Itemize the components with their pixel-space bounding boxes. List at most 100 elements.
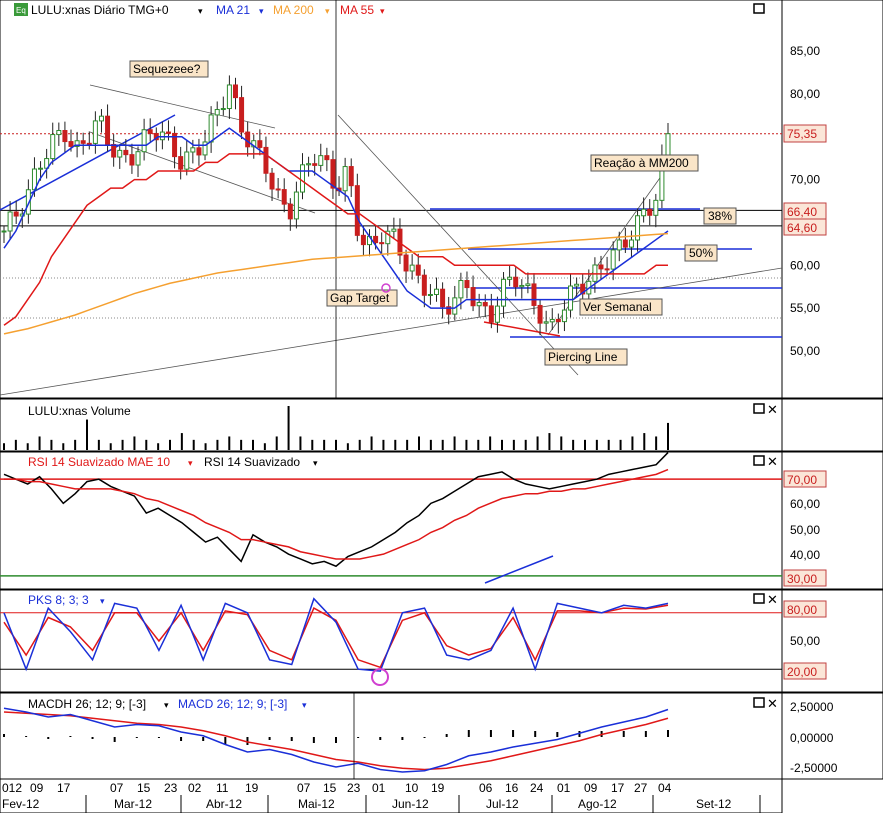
candle-body [7, 211, 13, 232]
candle-body [574, 283, 580, 287]
ma200-dropdown-icon[interactable]: ▾ [325, 6, 330, 16]
macd-title-b[interactable]: MACD 26; 12; 9; [-3] [178, 697, 287, 711]
candle-body [647, 208, 653, 216]
ma21-label[interactable]: MA 21 [216, 3, 250, 17]
candle-body [421, 274, 427, 296]
rsi-a-dropdown-icon[interactable]: ▾ [188, 458, 193, 468]
ma55-label[interactable]: MA 55 [340, 3, 374, 17]
candle-body [543, 321, 549, 324]
rsi-panel[interactable] [0, 451, 783, 590]
candle-body [549, 318, 555, 323]
time-day-label: 06 [479, 781, 493, 795]
last-price-label: 75,35 [787, 127, 817, 141]
ma200-label[interactable]: MA 200 [273, 3, 314, 17]
rsi-upper-label: 70,00 [787, 473, 817, 487]
candle-body [312, 163, 318, 166]
candle-body [123, 149, 129, 156]
pks-mid-label: 50,00 [790, 634, 820, 648]
candle-body [214, 109, 220, 116]
time-day-label: 07 [297, 781, 311, 795]
candle-body [318, 155, 324, 166]
candle-body [184, 151, 190, 170]
rsi-tick-40: 40,00 [790, 548, 820, 562]
time-day-label: 24 [530, 781, 544, 795]
pks-title[interactable]: PKS 8; 3; 3 [28, 593, 89, 607]
candle-body [220, 108, 226, 111]
time-day-label: 04 [658, 781, 672, 795]
ma55-dropdown-icon[interactable]: ▾ [380, 6, 385, 16]
candle-body [105, 115, 111, 145]
candle-body [306, 163, 312, 166]
pks-dropdown-icon[interactable]: ▾ [100, 596, 105, 606]
candle-body [80, 140, 86, 144]
instrument-icon-label: Eq [16, 6, 26, 15]
time-day-label: 07 [110, 781, 124, 795]
candle-body [117, 149, 123, 158]
time-day-label: 19 [431, 781, 445, 795]
volume-title[interactable]: LULU:xnas Volume [28, 404, 131, 418]
candle-body [628, 239, 634, 248]
time-month-label: Mai-12 [298, 797, 335, 811]
macd-tick-pos: 2,50000 [790, 700, 834, 714]
candle-body [68, 141, 74, 147]
time-day-label: 15 [323, 781, 337, 795]
candle-body [641, 208, 647, 217]
time-month-label: Jun-12 [392, 797, 429, 811]
reacao-annotation: Reação à MM200 [594, 156, 689, 170]
candle-body [470, 287, 476, 307]
price-tick-label: 50,00 [790, 344, 820, 358]
volume-close-icon[interactable]: ✕ [767, 402, 778, 417]
chart-canvas[interactable]: 012 09 17 07 15 23 02 11 19 07 15 23 01 10 19 06 16 24 01 0… [0, 0, 883, 813]
candle-body [525, 283, 531, 286]
candle-body [354, 185, 360, 236]
rsi-title-b[interactable]: RSI 14 Suavizado [204, 455, 300, 469]
time-day-label: 19 [245, 781, 259, 795]
candle-body [257, 140, 263, 148]
price-tick-label: 60,00 [790, 258, 820, 272]
macd-tick-zero: 0,00000 [790, 731, 834, 745]
symbol-dropdown-icon[interactable]: ▾ [198, 6, 203, 16]
candle-body [50, 134, 56, 160]
time-month-label: Mar-12 [114, 797, 152, 811]
macd-title-a[interactable]: MACDH 26; 12; 9; [-3] [28, 697, 146, 711]
price-tick-label: 70,00 [790, 173, 820, 187]
macd-b-dropdown-icon[interactable]: ▾ [302, 700, 307, 710]
time-day-label: 01 [372, 781, 386, 795]
fib50-annotation: 50% [689, 246, 713, 260]
candle-body [129, 154, 135, 166]
candle-body [1, 230, 7, 233]
ver-semanal-annotation: Ver Semanal [583, 300, 652, 314]
price-panel[interactable] [0, 0, 783, 399]
candle-body [299, 164, 305, 193]
candle-body [324, 155, 330, 161]
candle-body [537, 304, 543, 324]
rsi-title-a[interactable]: RSI 14 Suavizado MAE 10 [28, 455, 170, 469]
time-day-label: 17 [57, 781, 71, 795]
time-day-label: 15 [137, 781, 151, 795]
time-day-label: 012 [2, 781, 22, 795]
candle-body [348, 166, 354, 187]
macd-a-dropdown-icon[interactable]: ▾ [164, 700, 169, 710]
candle-body [147, 129, 153, 134]
candle-body [415, 264, 421, 276]
fib38-annotation: 38% [708, 209, 732, 223]
candle-body [391, 228, 397, 232]
time-day-label: 16 [505, 781, 519, 795]
candle-body [519, 284, 525, 288]
ma21-dropdown-icon[interactable]: ▾ [259, 6, 264, 16]
time-day-label: 09 [584, 781, 598, 795]
pks-close-icon[interactable]: ✕ [767, 592, 778, 607]
rsi-b-dropdown-icon[interactable]: ▾ [313, 458, 318, 468]
macd-close-icon[interactable]: ✕ [767, 696, 778, 711]
time-month-label: Fev-12 [2, 797, 40, 811]
candle-body [275, 188, 281, 191]
candle-body [476, 302, 482, 307]
symbol-label[interactable]: LULU:xnas Diário TMG+0 [31, 3, 169, 17]
candle-body [330, 159, 336, 189]
candle-body [610, 249, 616, 270]
candle-body [135, 151, 141, 166]
candle-body [604, 268, 610, 271]
candle-body [440, 288, 446, 308]
candle-body [501, 278, 507, 307]
rsi-close-icon[interactable]: ✕ [767, 454, 778, 469]
